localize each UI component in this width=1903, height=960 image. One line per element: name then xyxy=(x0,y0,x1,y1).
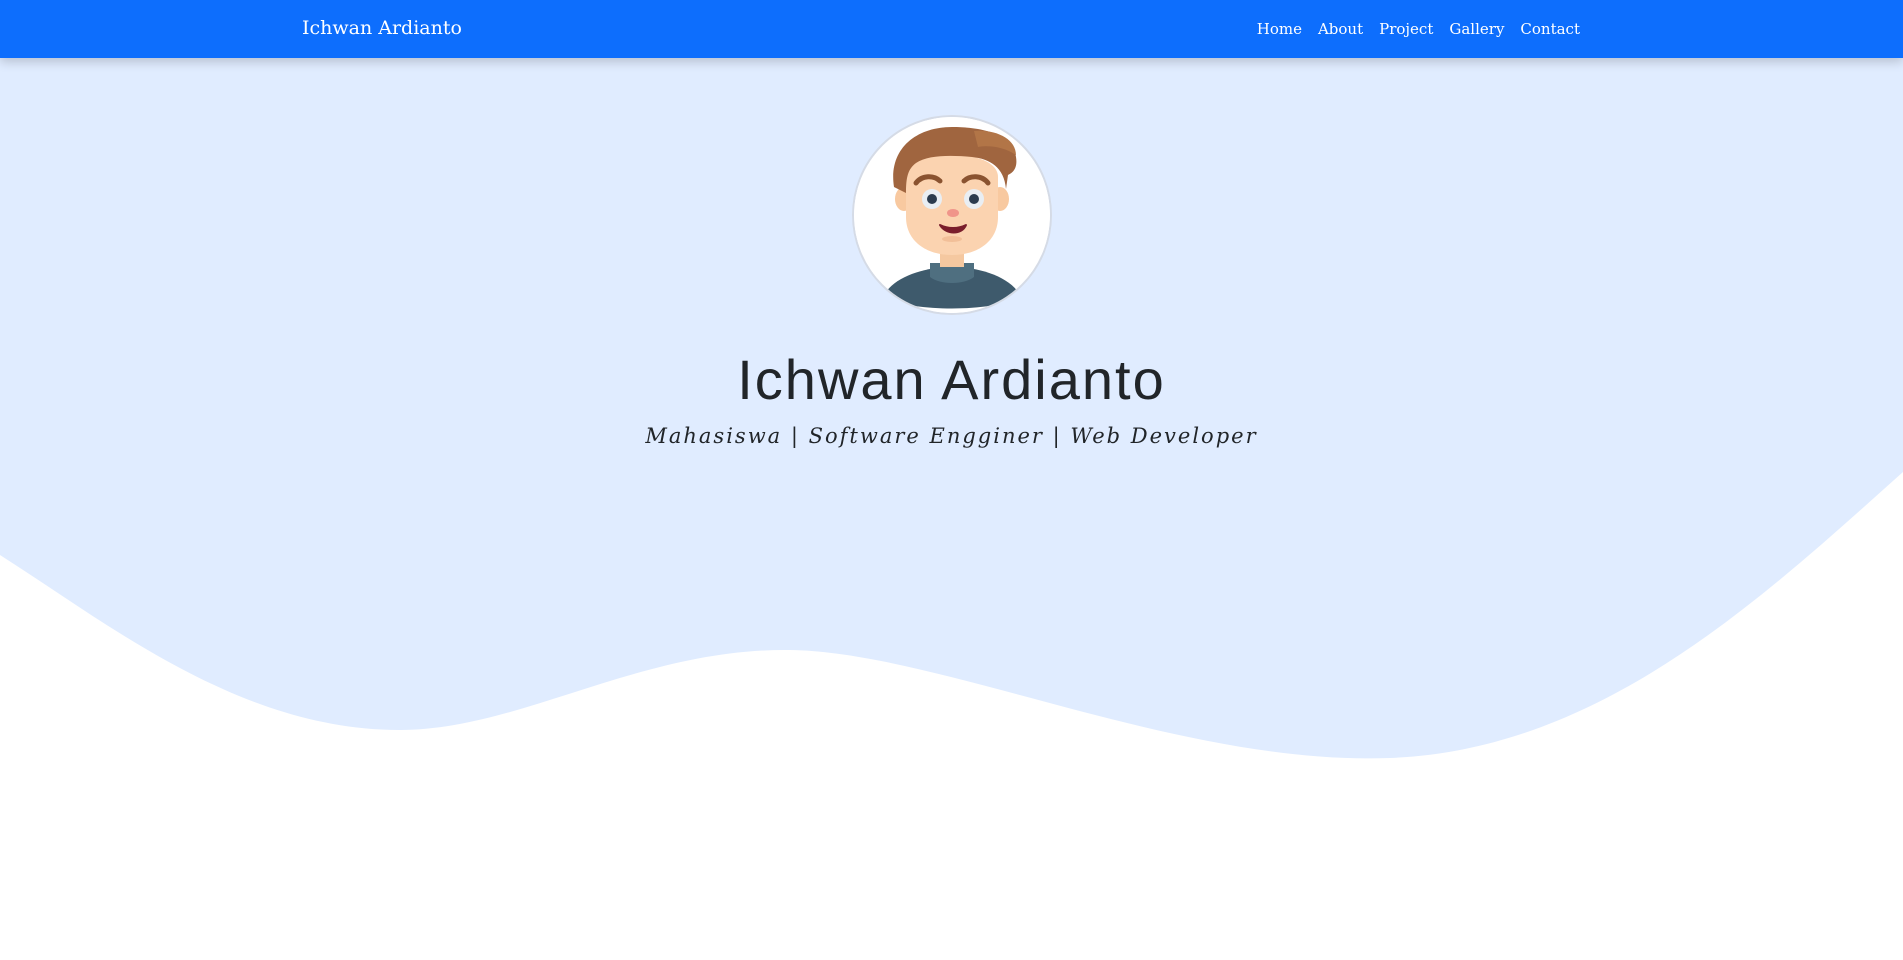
nav-link-gallery[interactable]: Gallery xyxy=(1449,20,1504,38)
nav-link-project[interactable]: Project xyxy=(1379,20,1433,38)
navbar-brand[interactable]: Ichwan Ardianto xyxy=(302,17,462,39)
hero-tagline: Mahasiswa | Software Engginer | Web Deve… xyxy=(645,424,1258,448)
nav-link-contact[interactable]: Contact xyxy=(1520,20,1580,38)
navbar: Ichwan Ardianto Home About Project Galle… xyxy=(0,0,1903,58)
nav-link-home[interactable]: Home xyxy=(1257,20,1302,38)
hero-name: Ichwan Ardianto xyxy=(737,348,1166,411)
nav-link-about[interactable]: About xyxy=(1318,20,1363,38)
avatar xyxy=(852,115,1052,315)
cartoon-boy-avatar-icon xyxy=(854,117,1050,313)
nav-links: Home About Project Gallery Contact xyxy=(1257,20,1580,38)
